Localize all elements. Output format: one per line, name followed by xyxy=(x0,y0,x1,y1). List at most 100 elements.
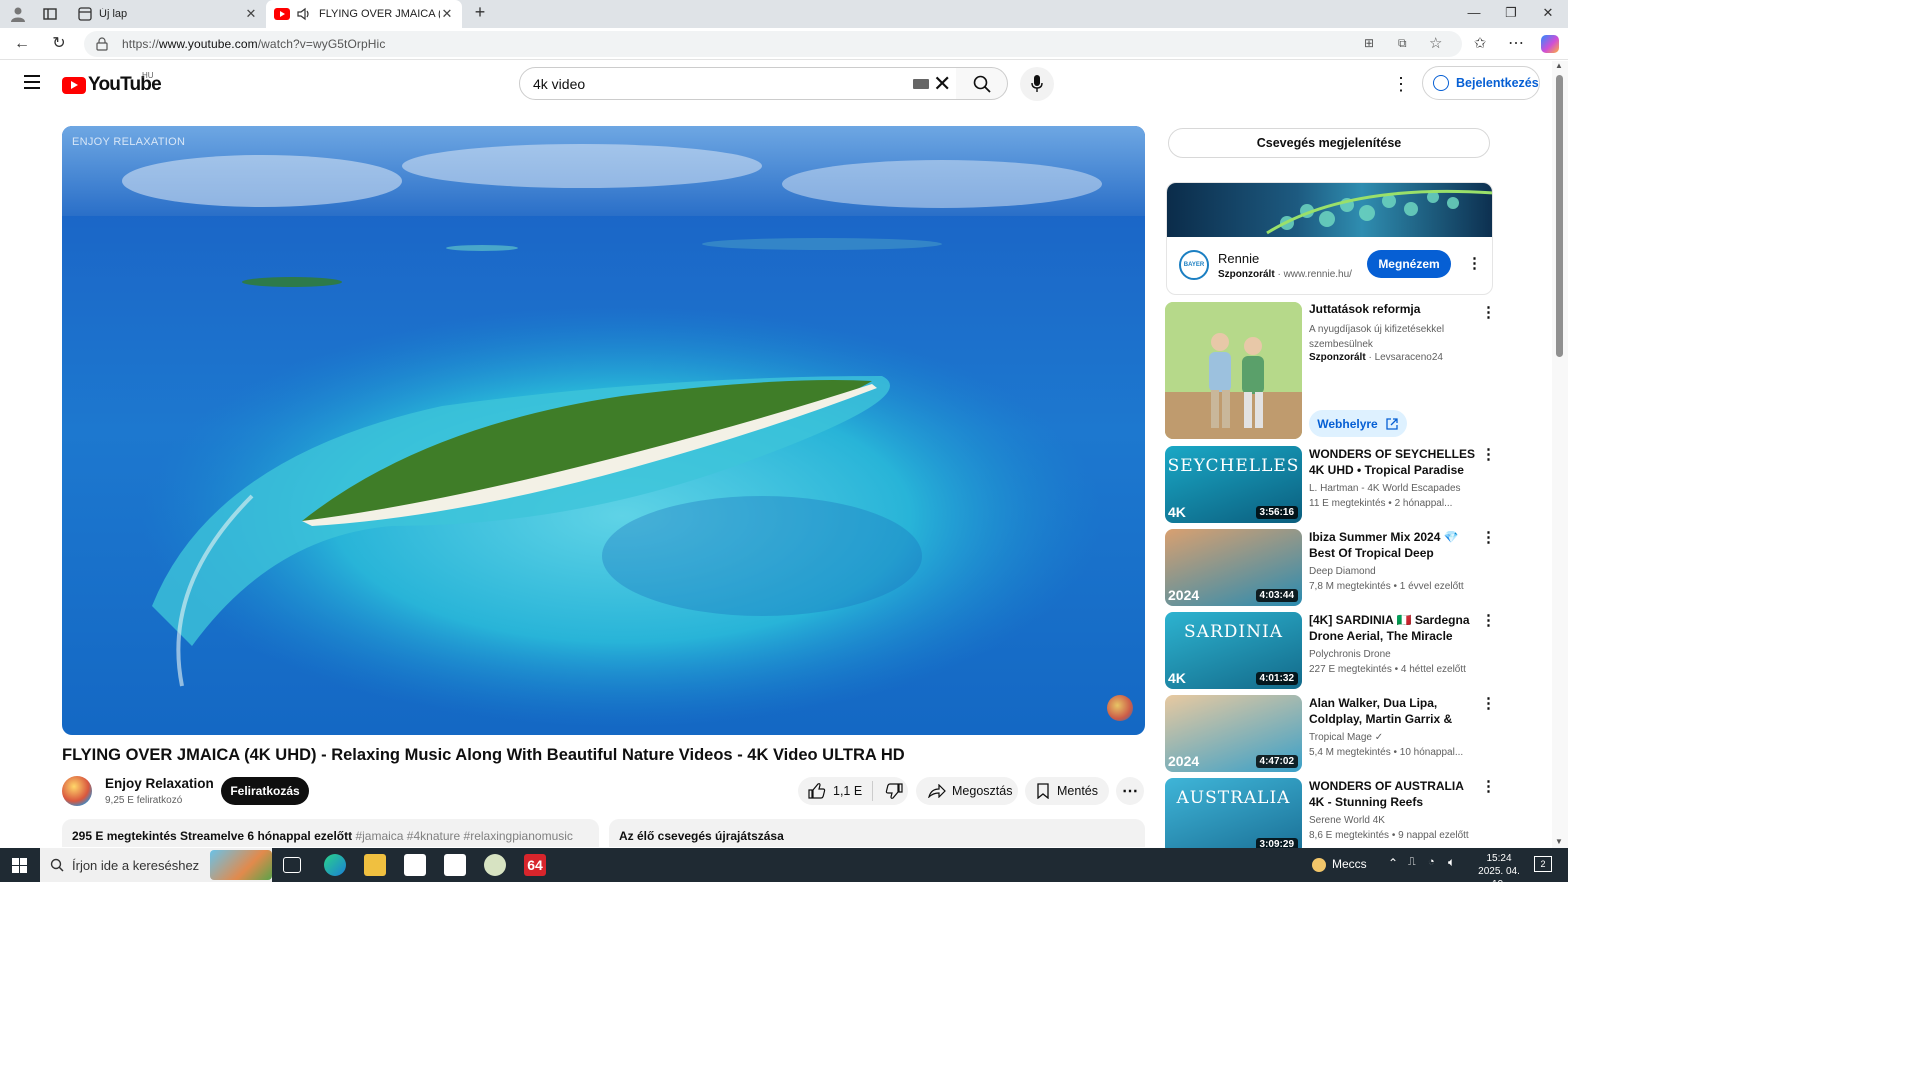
settings-more-icon[interactable]: ⋯ xyxy=(1506,34,1526,54)
channel-name[interactable]: Polychronis Drone xyxy=(1309,649,1391,660)
description-box[interactable]: 295 E megtekintés Streamelve 6 hónappal … xyxy=(62,819,599,847)
video-thumbnail[interactable]: 2024 4:47:02 xyxy=(1165,695,1302,772)
wifi-icon[interactable]: ◔ xyxy=(1428,856,1435,868)
share-button[interactable]: Megosztás xyxy=(916,777,1018,805)
video-title[interactable]: Ibiza Summer Mix 2024 💎 Best Of Tropical… xyxy=(1309,529,1477,561)
back-icon[interactable]: ← xyxy=(12,34,32,54)
tab-youtube[interactable]: FLYING OVER JMAICA (4K UHD) ✕ xyxy=(266,0,462,28)
keyboard-icon[interactable] xyxy=(913,79,929,89)
channel-name[interactable]: Enjoy Relaxation xyxy=(105,776,214,791)
scroll-down-icon[interactable]: ▼ xyxy=(1555,837,1563,846)
show-chat-button[interactable]: Csevegés megjelenítése xyxy=(1168,128,1490,158)
search-button[interactable] xyxy=(956,67,1008,100)
lock-icon[interactable] xyxy=(96,37,108,51)
like-dislike-group: 1,1 E xyxy=(798,777,908,805)
sponsored-title[interactable]: Juttatások reformja xyxy=(1309,302,1420,316)
video-menu-icon[interactable]: ⋮ xyxy=(1481,447,1496,462)
save-button[interactable]: Mentés xyxy=(1025,777,1109,805)
close-window-icon[interactable]: ✕ xyxy=(1538,5,1558,21)
profile-icon[interactable] xyxy=(10,6,26,22)
ad-card[interactable]: BAYER Rennie Szponzorált · www.rennie.hu… xyxy=(1166,182,1493,295)
sponsored-recommendation[interactable]: Juttatások reformja A nyugdíjasok új kif… xyxy=(1165,302,1496,440)
speaker-icon[interactable] xyxy=(296,7,312,21)
video-thumbnail[interactable]: 2024 4:03:44 xyxy=(1165,529,1302,606)
video-menu-icon[interactable]: ⋮ xyxy=(1481,530,1496,545)
page-scrollbar[interactable]: ▲ ▼ xyxy=(1552,61,1568,848)
settings-menu-icon[interactable]: ⋮ xyxy=(1392,75,1410,93)
recommendation-item[interactable]: AUSTRALIA 3:09:29 WONDERS OF AUSTRALIA 4K … xyxy=(1165,778,1496,856)
search-input[interactable]: 4k video ✕ xyxy=(519,67,957,100)
video-title[interactable]: WONDERS OF SEYCHELLES 4K UHD • Tropical … xyxy=(1309,446,1477,478)
youtube-logo[interactable]: YouTube HU xyxy=(62,71,162,96)
signin-button[interactable]: Bejelentkezés xyxy=(1422,66,1540,100)
close-tab-icon[interactable]: ✕ xyxy=(244,6,258,22)
tab-actions-icon[interactable] xyxy=(42,6,58,22)
video-thumbnail[interactable]: AUSTRALIA 3:09:29 xyxy=(1165,778,1302,855)
channel-avatar[interactable] xyxy=(62,776,92,806)
taskbar-search[interactable]: Írjon ide a kereséshez xyxy=(40,848,272,882)
like-count[interactable]: 1,1 E xyxy=(833,784,862,798)
scroll-up-icon[interactable]: ▲ xyxy=(1555,61,1563,70)
tab-new-tab[interactable]: Új lap ✕ xyxy=(70,0,266,28)
reload-icon[interactable]: ↻ xyxy=(49,34,69,54)
channel-name[interactable]: L. Hartman - 4K World Escapades xyxy=(1309,483,1461,494)
windows-start-icon[interactable] xyxy=(12,858,27,873)
microsoft-store-icon[interactable] xyxy=(404,854,426,876)
app-icon[interactable] xyxy=(484,854,506,876)
signin-label: Bejelentkezés xyxy=(1456,76,1539,90)
website-button[interactable]: Webhelyre xyxy=(1309,410,1407,437)
address-bar[interactable]: https://www.youtube.com/watch?v=wyG5tOrp… xyxy=(84,31,1462,57)
more-actions-button[interactable]: ⋯ xyxy=(1116,777,1144,805)
video-title[interactable]: [4K] SARDINIA 🇮🇹 Sardegna Drone Aerial, … xyxy=(1309,612,1477,644)
clock[interactable]: 15:24 2025. 04. 19. xyxy=(1474,852,1524,891)
ad-menu-icon[interactable]: ⋮ xyxy=(1467,256,1482,271)
video-thumbnail[interactable]: SARDINIA 4K 4:01:32 xyxy=(1165,612,1302,689)
scroll-thumb[interactable] xyxy=(1556,75,1563,357)
cpu-z-icon[interactable]: 64 xyxy=(524,854,546,876)
recommendation-item[interactable]: 2024 4:03:44 Ibiza Summer Mix 2024 💎 Best … xyxy=(1165,529,1496,607)
read-aloud-icon[interactable]: ⧉ xyxy=(1398,36,1407,51)
hashtags[interactable]: #jamaica #4knature #relaxingpianomusic xyxy=(355,829,572,843)
task-view-icon[interactable] xyxy=(283,857,301,873)
subscribe-button[interactable]: Feliratkozás xyxy=(221,777,309,805)
channel-watermark-icon[interactable] xyxy=(1107,695,1133,721)
network-icon[interactable]: ⎍ xyxy=(1408,856,1416,869)
dislike-icon[interactable] xyxy=(885,783,903,799)
ad-cta-button[interactable]: Megnézem xyxy=(1367,250,1451,278)
channel-name[interactable]: Deep Diamond xyxy=(1309,566,1376,577)
sponsored-menu-icon[interactable]: ⋮ xyxy=(1481,305,1496,320)
video-player[interactable]: ENJOY RELAXATION xyxy=(62,126,1145,735)
sponsored-thumbnail[interactable] xyxy=(1165,302,1302,439)
video-menu-icon[interactable]: ⋮ xyxy=(1481,779,1496,794)
recommendation-item[interactable]: SARDINIA 4K 4:01:32 [4K] SARDINIA 🇮🇹 Sardeg… xyxy=(1165,612,1496,690)
video-title[interactable]: Alan Walker, Dua Lipa, Coldplay, Martin … xyxy=(1309,695,1477,727)
video-menu-icon[interactable]: ⋮ xyxy=(1481,613,1496,628)
video-title: FLYING OVER JMAICA (4K UHD) - Relaxing M… xyxy=(62,746,905,764)
video-title[interactable]: WONDERS OF AUSTRALIA 4K - Stunning Reefs… xyxy=(1309,778,1477,810)
restore-icon[interactable]: ❐ xyxy=(1501,5,1521,21)
clear-search-icon[interactable]: ✕ xyxy=(933,71,951,97)
voice-search-button[interactable] xyxy=(1020,67,1054,101)
file-explorer-icon[interactable] xyxy=(364,854,386,876)
recommendation-item[interactable]: 2024 4:47:02 Alan Walker, Dua Lipa, Coldpl… xyxy=(1165,695,1496,773)
channel-name[interactable]: Tropical Mage ✓ xyxy=(1309,732,1383,743)
tray-chevron-icon[interactable]: ⌃ xyxy=(1388,856,1398,870)
channel-name[interactable]: Serene World 4K xyxy=(1309,815,1385,826)
apps-icon[interactable]: ⊞ xyxy=(1364,36,1374,50)
favorites-icon[interactable]: ✩ xyxy=(1470,34,1490,54)
new-tab-button[interactable]: + xyxy=(470,2,490,23)
notifications-icon[interactable]: 2 xyxy=(1534,856,1552,872)
favorite-star-icon[interactable]: ☆ xyxy=(1429,34,1442,52)
copilot-icon[interactable] xyxy=(1541,35,1559,53)
close-tab-icon[interactable]: ✕ xyxy=(440,6,454,22)
volume-icon[interactable]: 🔈︎ xyxy=(1448,855,1455,870)
video-menu-icon[interactable]: ⋮ xyxy=(1481,696,1496,711)
edge-browser-icon[interactable] xyxy=(324,854,346,876)
mail-icon[interactable] xyxy=(444,854,466,876)
recommendation-item[interactable]: SEYCHELLES 4K 3:56:16 WONDERS OF SEYCHELLES… xyxy=(1165,446,1496,524)
minimize-icon[interactable]: — xyxy=(1464,5,1484,20)
like-icon[interactable] xyxy=(808,783,826,799)
weather-widget[interactable]: Meccs xyxy=(1312,857,1367,872)
video-thumbnail[interactable]: SEYCHELLES 4K 3:56:16 xyxy=(1165,446,1302,523)
menu-icon[interactable] xyxy=(24,75,40,93)
